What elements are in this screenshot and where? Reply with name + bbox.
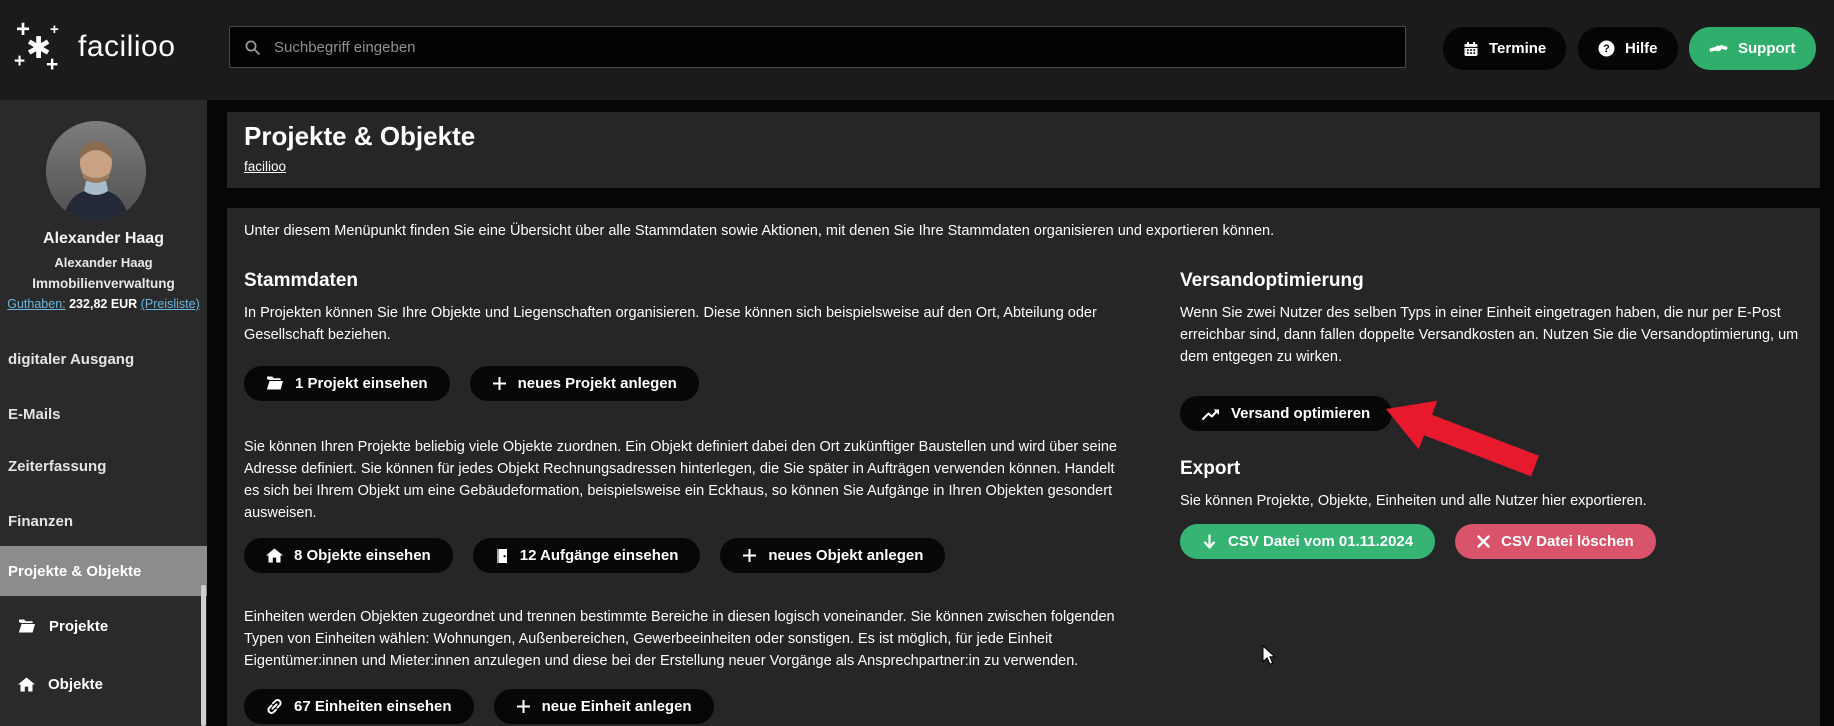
breadcrumb-facilioo-link[interactable]: facilioo <box>244 159 286 174</box>
aufgaenge-einsehen-button[interactable]: 12 Aufgänge einsehen <box>473 538 701 573</box>
button-label: neues Projekt anlegen <box>518 375 677 392</box>
export-button-row: CSV Datei vom 01.11.2024 CSV Datei lösch… <box>1180 524 1656 559</box>
preisliste-link[interactable]: (Preisliste) <box>141 297 200 311</box>
facilioo-app: + + ✱ + + facilioo Termine ? Hilfe <box>0 0 1834 726</box>
versandoptimierung-heading: Versandoptimierung <box>1180 270 1364 292</box>
projekt-einsehen-button[interactable]: 1 Projekt einsehen <box>244 366 450 401</box>
termine-button[interactable]: Termine <box>1443 27 1566 70</box>
guthaben-link[interactable]: Guthaben: <box>7 297 65 311</box>
folder-open-icon <box>18 619 36 634</box>
plus-icon <box>742 548 757 563</box>
support-button[interactable]: Support <box>1689 27 1816 70</box>
svg-text:?: ? <box>1603 43 1610 55</box>
logo-wordmark: facilioo <box>78 30 175 64</box>
handshake-icon <box>1709 41 1728 56</box>
home-icon <box>18 677 35 692</box>
sidebar-scrollbar-thumb[interactable] <box>201 585 206 726</box>
stammdaten-heading: Stammdaten <box>244 270 358 292</box>
logo-plus-glyph: + <box>50 22 59 37</box>
button-label: 67 Einheiten einsehen <box>294 698 452 715</box>
versand-optimieren-button[interactable]: Versand optimieren <box>1180 396 1392 431</box>
profile-subname: Alexander Haag <box>0 255 207 270</box>
sidebar: Alexander Haag Alexander Haag Immobilien… <box>0 100 207 726</box>
csv-delete-button[interactable]: CSV Datei löschen <box>1455 524 1656 559</box>
global-search <box>229 26 1406 68</box>
csv-download-button[interactable]: CSV Datei vom 01.11.2024 <box>1180 524 1435 559</box>
sidebar-item-label: Projekte & Objekte <box>8 563 141 580</box>
button-label: neue Einheit anlegen <box>542 698 692 715</box>
neues-objekt-anlegen-button[interactable]: neues Objekt anlegen <box>720 538 945 573</box>
plus-icon <box>516 699 531 714</box>
einheiten-einsehen-button[interactable]: 67 Einheiten einsehen <box>244 689 474 724</box>
search-input[interactable] <box>272 38 1391 57</box>
x-icon <box>1477 535 1490 548</box>
mouse-cursor <box>1262 645 1276 666</box>
facilioo-logo-icon[interactable]: + + ✱ + + <box>14 16 74 78</box>
versand-button-row: Versand optimieren <box>1180 396 1392 431</box>
button-label: neues Objekt anlegen <box>768 547 923 564</box>
stammdaten-projekte-text: In Projekten können Sie Ihre Objekte und… <box>244 302 1114 346</box>
profile-role: Immobilienverwaltung <box>0 276 207 291</box>
calendar-icon <box>1463 41 1479 57</box>
trending-up-icon <box>1202 407 1220 421</box>
stammdaten-einheiten-text: Einheiten werden Objekten zugeordnet und… <box>244 606 1124 672</box>
sidebar-item-emails[interactable]: E-Mails <box>0 406 207 423</box>
button-label: CSV Datei vom 01.11.2024 <box>1228 533 1413 550</box>
sidebar-subitem-label: Objekte <box>48 676 103 693</box>
download-icon <box>1202 534 1217 550</box>
objekte-einsehen-button[interactable]: 8 Objekte einsehen <box>244 538 453 573</box>
export-text: Sie können Projekte, Objekte, Einheiten … <box>1180 490 1820 512</box>
page-title: Projekte & Objekte <box>244 121 475 152</box>
annotation-arrow <box>1380 395 1550 490</box>
avatar <box>46 121 146 221</box>
objekte-button-row: 8 Objekte einsehen 12 Aufgänge einsehen … <box>244 538 945 573</box>
sidebar-item-finanzen[interactable]: Finanzen <box>0 513 207 530</box>
versandoptimierung-text: Wenn Sie zwei Nutzer des selben Typs in … <box>1180 302 1805 368</box>
home-icon <box>266 548 283 563</box>
support-label: Support <box>1738 40 1796 57</box>
sidebar-item-projekte-objekte[interactable]: Projekte & Objekte <box>0 546 207 596</box>
plus-icon <box>492 376 507 391</box>
sidebar-subitem-objekte[interactable]: Objekte <box>18 676 103 693</box>
button-label: 1 Projekt einsehen <box>295 375 428 392</box>
chain-link-icon <box>266 698 283 715</box>
guthaben-value: 232,82 EUR <box>69 297 137 311</box>
sidebar-item-zeiterfassung[interactable]: Zeiterfassung <box>0 458 207 475</box>
stammdaten-objekte-text: Sie können Ihren Projekte beliebig viele… <box>244 436 1124 524</box>
hilfe-button[interactable]: ? Hilfe <box>1578 27 1678 70</box>
folder-open-icon <box>266 376 284 391</box>
logo-plus-glyph: + <box>46 54 58 75</box>
guthaben-line: Guthaben: 232,82 EUR (Preisliste) <box>0 297 213 311</box>
projekte-button-row: 1 Projekt einsehen neues Projekt anlegen <box>244 366 699 401</box>
button-label: Versand optimieren <box>1231 405 1370 422</box>
sidebar-subitem-label: Projekte <box>49 618 108 635</box>
logo-plus-glyph: + <box>14 52 25 71</box>
topbar: + + ✱ + + facilioo Termine ? Hilfe <box>0 0 1834 100</box>
search-icon <box>244 39 261 56</box>
termine-label: Termine <box>1489 40 1546 57</box>
page-body-card: Unter diesem Menüpunkt finden Sie eine Ü… <box>227 208 1820 726</box>
einheiten-button-row: 67 Einheiten einsehen neue Einheit anleg… <box>244 689 714 724</box>
help-icon: ? <box>1598 40 1615 57</box>
hilfe-label: Hilfe <box>1625 40 1658 57</box>
sidebar-item-digitaler-ausgang[interactable]: digitaler Ausgang <box>0 351 207 368</box>
intro-text: Unter diesem Menüpunkt finden Sie eine Ü… <box>244 220 1784 242</box>
page-header-card: Projekte & Objekte facilioo <box>227 112 1820 188</box>
button-label: CSV Datei löschen <box>1501 533 1634 550</box>
door-icon <box>495 548 509 564</box>
neue-einheit-anlegen-button[interactable]: neue Einheit anlegen <box>494 689 714 724</box>
button-label: 8 Objekte einsehen <box>294 547 431 564</box>
neues-projekt-anlegen-button[interactable]: neues Projekt anlegen <box>470 366 699 401</box>
export-heading: Export <box>1180 458 1240 480</box>
profile-name: Alexander Haag <box>0 230 207 248</box>
button-label: 12 Aufgänge einsehen <box>520 547 679 564</box>
sidebar-subitem-projekte[interactable]: Projekte <box>18 618 108 635</box>
